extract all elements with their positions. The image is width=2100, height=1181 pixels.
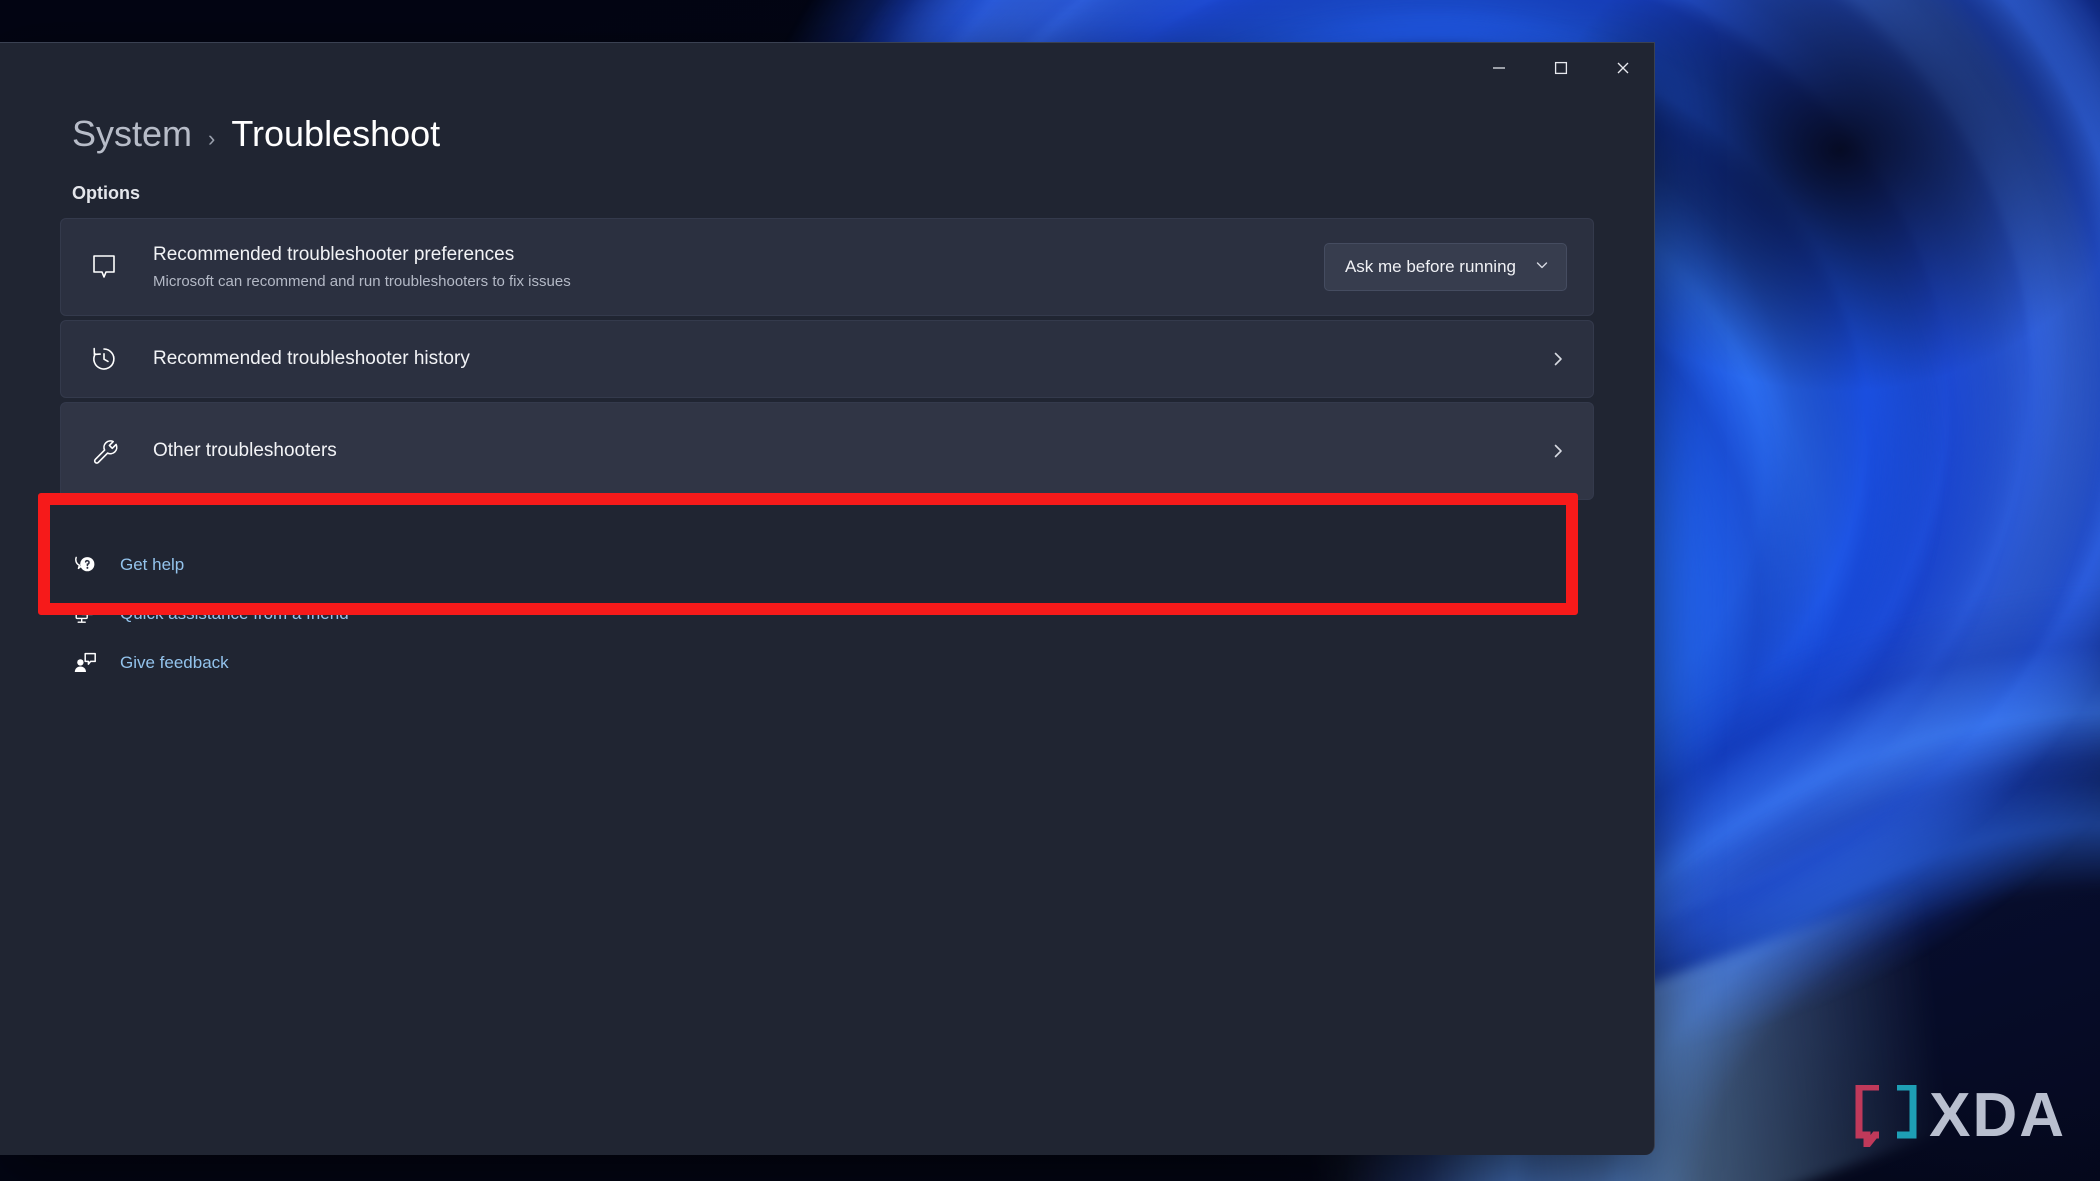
settings-window: System › Troubleshoot Options Recommende… bbox=[0, 42, 1655, 1155]
link-give-feedback[interactable]: Give feedback bbox=[72, 638, 1594, 687]
chevron-right-icon bbox=[1535, 350, 1567, 368]
dropdown-selected-value: Ask me before running bbox=[1344, 257, 1516, 276]
card-title: Recommended troubleshooter history bbox=[153, 347, 470, 369]
xda-bracket-right-icon bbox=[1893, 1085, 1919, 1147]
card-text-block: Other troubleshooters bbox=[147, 439, 1535, 464]
link-label: Get help bbox=[120, 554, 185, 574]
card-recommended-troubleshooter-history[interactable]: Recommended troubleshooter history bbox=[60, 320, 1594, 398]
options-section-label: Options bbox=[72, 183, 140, 203]
breadcrumb: System › Troubleshoot bbox=[72, 113, 1594, 155]
chevron-right-icon bbox=[1535, 442, 1567, 460]
history-clock-icon bbox=[89, 344, 147, 374]
wrench-icon bbox=[89, 436, 147, 466]
card-title: Other troubleshooters bbox=[153, 439, 337, 461]
card-text-block: Recommended troubleshooter history bbox=[147, 347, 1535, 372]
chevron-down-icon bbox=[1534, 257, 1550, 278]
footer-links: Get help Quick assistance from a friend bbox=[72, 540, 1594, 687]
minimize-button[interactable] bbox=[1468, 43, 1530, 93]
xda-wordmark: XDA bbox=[1929, 1081, 2066, 1150]
breadcrumb-parent[interactable]: System bbox=[72, 113, 192, 155]
maximize-button[interactable] bbox=[1530, 43, 1592, 93]
feedback-person-icon bbox=[72, 651, 98, 675]
page-title: Troubleshoot bbox=[231, 113, 441, 154]
minimize-icon bbox=[1493, 67, 1505, 69]
settings-content: System › Troubleshoot Options Recommende… bbox=[0, 93, 1654, 1155]
card-text-block: Recommended troubleshooter preferences M… bbox=[147, 243, 1324, 291]
link-quick-assistance[interactable]: Quick assistance from a friend bbox=[72, 589, 1594, 638]
link-get-help[interactable]: Get help bbox=[72, 540, 1594, 589]
recommended-troubleshooter-preferences-dropdown[interactable]: Ask me before running bbox=[1323, 243, 1567, 291]
link-label: Give feedback bbox=[120, 652, 229, 672]
card-title: Recommended troubleshooter preferences bbox=[153, 243, 515, 265]
link-label: Quick assistance from a friend bbox=[120, 603, 349, 623]
card-recommended-troubleshooter-preferences[interactable]: Recommended troubleshooter preferences M… bbox=[60, 218, 1594, 316]
monitors-icon bbox=[72, 602, 98, 626]
help-bubble-icon bbox=[72, 553, 98, 577]
xda-watermark: XDA bbox=[1853, 1085, 2066, 1147]
card-subtitle: Microsoft can recommend and run troubles… bbox=[153, 272, 571, 290]
breadcrumb-separator-icon: › bbox=[208, 126, 216, 151]
xda-bracket-left-icon bbox=[1853, 1085, 1883, 1147]
card-other-troubleshooters[interactable]: Other troubleshooters bbox=[60, 402, 1594, 500]
close-icon bbox=[1617, 62, 1629, 74]
maximize-icon bbox=[1554, 61, 1568, 75]
window-titlebar[interactable] bbox=[0, 43, 1654, 93]
options-card-list: Recommended troubleshooter preferences M… bbox=[60, 218, 1594, 500]
close-button[interactable] bbox=[1592, 43, 1654, 93]
callout-bubble-icon bbox=[89, 252, 147, 282]
